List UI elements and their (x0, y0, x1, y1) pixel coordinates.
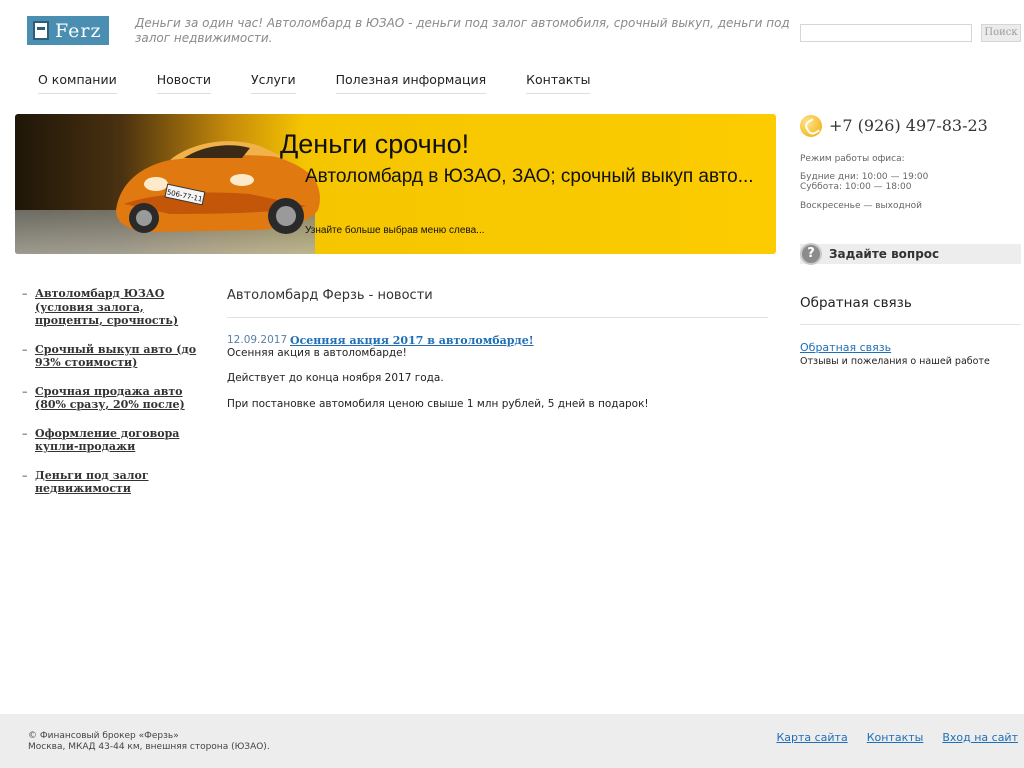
footer-link-sitemap[interactable]: Карта сайта (776, 731, 847, 744)
search-input[interactable] (800, 24, 972, 42)
phone-icon (800, 115, 822, 137)
feedback-link[interactable]: Обратная связь (800, 341, 891, 354)
side-menu-link-buyout[interactable]: Срочный выкуп авто (до 93% стоимости) (35, 343, 212, 370)
ask-question-button[interactable]: ? Задайте вопрос (800, 243, 1021, 265)
menu-dash: – (22, 342, 28, 356)
promo-banner: 506-77-11 Деньги срочно! Автоломбард в Ю… (15, 114, 776, 254)
phone-number[interactable]: +7 (926) 497-83-23 (829, 116, 988, 135)
side-menu: – Автоломбард ЮЗАО (условия залога, проц… (22, 287, 212, 511)
news-date: 12.09.2017 (227, 334, 288, 346)
side-menu-link-pawnshop[interactable]: Автоломбард ЮЗАО (условия залога, процен… (35, 287, 212, 328)
feedback-description: Отзывы и пожелания о нашей работе (800, 356, 990, 367)
menu-dash: – (22, 287, 28, 300)
banner-note: Узнайте больше выбрав меню слева... (305, 225, 485, 236)
nav-item-news[interactable]: Новости (156, 72, 212, 94)
site-tagline: Деньги за один час! Автоломбард в ЮЗАО -… (135, 16, 790, 45)
side-menu-item: – Срочная продажа авто (80% сразу, 20% п… (22, 385, 212, 412)
side-menu-item: – Оформление договора купли-продажи (22, 427, 212, 454)
search-button[interactable]: Поиск (981, 24, 1021, 42)
office-hours-saturday: Суббота: 10:00 — 18:00 (800, 182, 912, 192)
side-menu-item: – Срочный выкуп авто (до 93% стоимости) (22, 343, 212, 370)
footer-link-contacts[interactable]: Контакты (867, 731, 924, 744)
feedback-heading: Обратная связь (800, 295, 912, 311)
feedback-divider (800, 324, 1021, 325)
menu-dash: – (22, 384, 28, 398)
chess-queen-icon (33, 21, 49, 40)
side-menu-link-urgent-sale[interactable]: Срочная продажа авто (80% сразу, 20% пос… (35, 385, 212, 412)
footer-copyright-block: © Финансовый брокер «Ферзь» Москва, МКАД… (28, 731, 270, 753)
top-nav: О компании Новости Услуги Полезная инфор… (38, 72, 630, 94)
page-footer: © Финансовый брокер «Ферзь» Москва, МКАД… (0, 714, 1024, 768)
ask-question-label: Задайте вопрос (829, 247, 940, 261)
side-menu-item: – Автоломбард ЮЗАО (условия залога, проц… (22, 287, 212, 328)
question-mark-icon: ? (800, 243, 822, 265)
menu-dash: – (22, 426, 28, 440)
banner-subtitle: Автоломбард в ЮЗАО, ЗАО; срочный выкуп а… (305, 166, 754, 187)
footer-links: Карта сайта Контакты Вход на сайт (757, 731, 1018, 744)
nav-item-useful-info[interactable]: Полезная информация (335, 72, 487, 94)
office-hours-weekdays: Будние дни: 10:00 — 19:00 (800, 172, 929, 182)
news-headline-link[interactable]: Осенняя акция 2017 в автоломбарде! (290, 334, 534, 347)
banner-title: Деньги срочно! (280, 129, 470, 159)
page-title: Автоломбард Ферзь - новости (227, 288, 433, 303)
footer-address: Москва, МКАД 43-44 км, внешняя сторона (… (28, 742, 270, 752)
side-menu-link-contract[interactable]: Оформление договора купли-продажи (35, 427, 212, 454)
footer-link-login[interactable]: Вход на сайт (942, 731, 1018, 744)
news-paragraph: Действует до конца ноября 2017 года. (227, 372, 444, 384)
site-logo[interactable]: Ferz (27, 16, 109, 45)
nav-item-about[interactable]: О компании (38, 72, 117, 94)
nav-item-contacts[interactable]: Контакты (526, 72, 591, 94)
nav-item-services[interactable]: Услуги (251, 72, 296, 94)
news-paragraph: Осенняя акция в автоломбарде! (227, 347, 407, 359)
logo-text: Ferz (55, 19, 102, 42)
side-menu-item: – Деньги под залог недвижимости (22, 469, 212, 496)
news-paragraph: При постановке автомобиля ценою свыше 1 … (227, 398, 649, 410)
title-divider (227, 317, 768, 318)
office-hours-sunday: Воскресенье — выходной (800, 201, 922, 211)
footer-copyright: © Финансовый брокер «Ферзь» (28, 731, 179, 741)
side-menu-link-real-estate[interactable]: Деньги под залог недвижимости (35, 469, 212, 496)
office-hours-label: Режим работы офиса: (800, 154, 905, 164)
menu-dash: – (22, 468, 28, 482)
